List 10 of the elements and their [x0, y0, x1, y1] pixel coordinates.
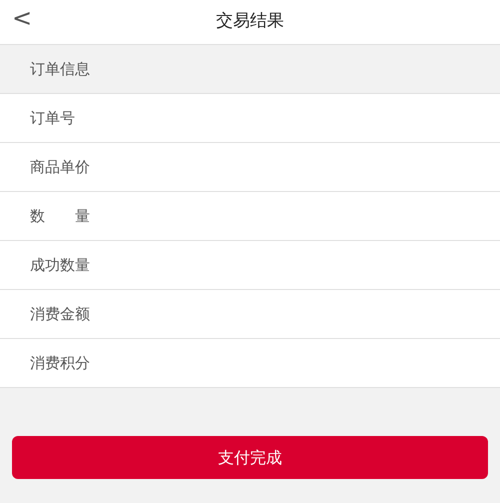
- field-label: 订单号: [30, 108, 75, 129]
- back-button[interactable]: <: [8, 6, 36, 30]
- field-label: 商品单价: [30, 156, 90, 178]
- field-label: 成功数量: [30, 254, 90, 276]
- payment-complete-button[interactable]: 支付完成: [12, 436, 488, 479]
- section-title: 订单信息: [30, 58, 90, 80]
- page-title: 交易结果: [216, 10, 284, 34]
- field-label: 消费积分: [30, 352, 90, 374]
- field-label: 消费金额: [30, 304, 90, 325]
- field-label: 数 量: [30, 206, 90, 227]
